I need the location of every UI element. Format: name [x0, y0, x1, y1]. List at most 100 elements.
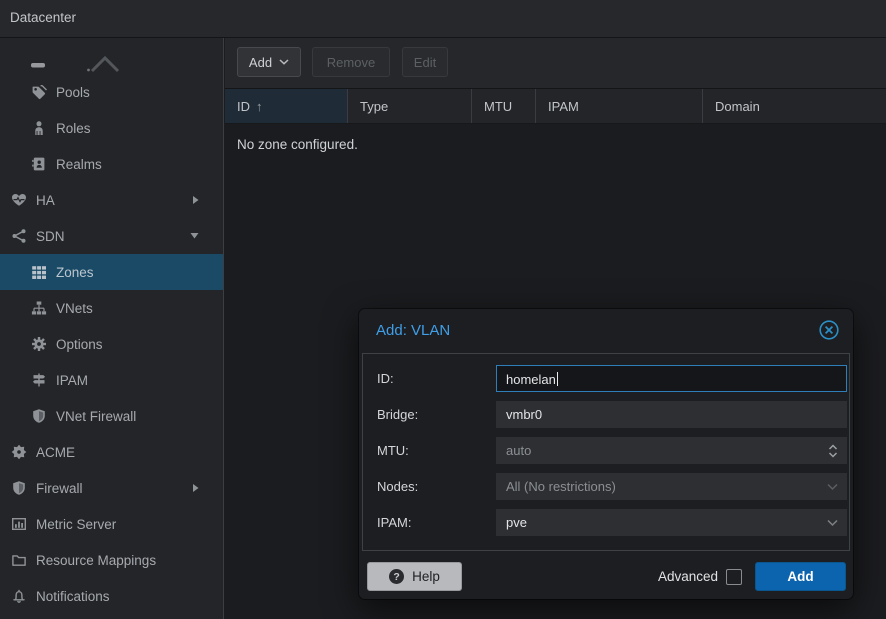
- sidebar-item-label: VNet Firewall: [56, 409, 136, 424]
- sidebar-item-label: Roles: [56, 121, 91, 136]
- sidebar-item-label: Metric Server: [36, 517, 116, 532]
- sidebar-item-realms[interactable]: Realms: [0, 146, 223, 182]
- sidebar-item-vnets[interactable]: VNets: [0, 290, 223, 326]
- column-header-id[interactable]: ID ↑: [225, 89, 348, 123]
- sidebar-item-pools[interactable]: Pools: [0, 74, 223, 110]
- proxmox-app: Datacenter Pools Roles: [0, 0, 886, 619]
- sidebar-item-label: VNets: [56, 301, 93, 316]
- column-header-domain[interactable]: Domain: [703, 89, 886, 123]
- sidebar-item-acme[interactable]: ACME: [0, 434, 223, 470]
- dialog-add-button[interactable]: Add: [755, 562, 846, 591]
- sidebar-item-notifications[interactable]: Notifications: [0, 578, 223, 614]
- chevron-down-icon: [279, 59, 289, 65]
- sidebar-items: Pools Roles Realms HA: [0, 74, 223, 614]
- folder-icon: [10, 552, 27, 569]
- sidebar-item-zones[interactable]: Zones: [0, 254, 223, 290]
- sidebar-item-label: Pools: [56, 85, 90, 100]
- caret-right-icon: [193, 196, 199, 205]
- sidebar-item-sdn[interactable]: SDN: [0, 218, 223, 254]
- map-signs-icon: [30, 372, 47, 389]
- dialog-title: Add: VLAN: [376, 322, 450, 339]
- sidebar-item-label: SDN: [36, 229, 65, 244]
- text-cursor: [557, 372, 559, 386]
- help-button-label: Help: [412, 569, 440, 584]
- column-header-ipam[interactable]: IPAM: [536, 89, 703, 123]
- top-bar: Datacenter: [0, 0, 886, 38]
- bridge-input[interactable]: vmbr0: [496, 401, 847, 428]
- mtu-value: auto: [506, 443, 531, 458]
- footer-actions: Advanced Add: [658, 562, 846, 591]
- nodes-value: All (No restrictions): [506, 479, 616, 494]
- sitemap-icon: [30, 300, 47, 317]
- sidebar-item-label: Firewall: [36, 481, 83, 496]
- gear-icon: [30, 336, 47, 353]
- bridge-input-value: vmbr0: [506, 407, 542, 422]
- chevron-down-icon[interactable]: [827, 483, 838, 490]
- edit-button[interactable]: Edit: [402, 47, 448, 77]
- dialog-body: ID: homelan Bridge: vmbr0 MTU: auto Node…: [362, 353, 850, 551]
- add-button[interactable]: Add: [237, 47, 301, 77]
- heartbeat-icon: [10, 192, 27, 209]
- nodes-field-label: Nodes:: [377, 473, 487, 500]
- mtu-field-label: MTU:: [377, 437, 487, 464]
- sidebar-item-ha[interactable]: HA: [0, 182, 223, 218]
- tag-icon: [30, 84, 47, 101]
- spinner-up-down-icon[interactable]: [828, 443, 838, 459]
- advanced-checkbox[interactable]: [726, 569, 742, 585]
- close-icon[interactable]: [818, 319, 840, 341]
- edit-button-label: Edit: [414, 55, 436, 70]
- sidebar-item-resource-mappings[interactable]: Resource Mappings: [0, 542, 223, 578]
- sidebar-tree: Pools Roles Realms HA: [0, 38, 224, 619]
- question-mark-icon: ?: [389, 569, 404, 584]
- sidebar-item-label: Resource Mappings: [36, 553, 156, 568]
- id-input[interactable]: homelan: [496, 365, 847, 392]
- grid-icon: [30, 264, 47, 281]
- shield-icon: [30, 408, 47, 425]
- sidebar-item-ipam[interactable]: IPAM: [0, 362, 223, 398]
- shield-icon: [10, 480, 27, 497]
- nodes-select[interactable]: All (No restrictions): [496, 473, 847, 500]
- column-label: Type: [360, 99, 388, 114]
- sidebar-item-roles[interactable]: Roles: [0, 110, 223, 146]
- ipam-value: pve: [506, 515, 527, 530]
- sidebar-item-label: Realms: [56, 157, 102, 172]
- column-label: IPAM: [548, 99, 579, 114]
- sidebar-item-vnet-firewall[interactable]: VNet Firewall: [0, 398, 223, 434]
- column-header-type[interactable]: Type: [348, 89, 472, 123]
- sidebar-item-label: Zones: [56, 265, 94, 280]
- sidebar-item-firewall[interactable]: Firewall: [0, 470, 223, 506]
- sidebar-item-label: HA: [36, 193, 55, 208]
- caret-down-icon: [190, 233, 199, 239]
- sidebar-item-label: ACME: [36, 445, 75, 460]
- mtu-spinner[interactable]: auto: [496, 437, 847, 464]
- sidebar-item-label: IPAM: [56, 373, 88, 388]
- remove-button[interactable]: Remove: [312, 47, 390, 77]
- column-label: Domain: [715, 99, 760, 114]
- share-nodes-icon: [10, 228, 27, 245]
- sidebar-item-label: Notifications: [36, 589, 110, 604]
- remove-button-label: Remove: [327, 55, 375, 70]
- ipam-field-label: IPAM:: [377, 509, 487, 536]
- scrolled-partial-item[interactable]: [0, 46, 150, 76]
- page-title: Datacenter: [10, 10, 76, 25]
- sidebar-item-options[interactable]: Options: [0, 326, 223, 362]
- caret-right-icon: [193, 484, 199, 493]
- sidebar-item-metric-server[interactable]: Metric Server: [0, 506, 223, 542]
- column-label: MTU: [484, 99, 512, 114]
- chevron-down-icon[interactable]: [827, 519, 838, 526]
- dialog-footer: ? Help Advanced Add: [362, 551, 850, 599]
- advanced-label: Advanced: [658, 569, 718, 584]
- add-vlan-dialog: Add: VLAN ID: homelan Bridge: vmbr0 MTU:…: [359, 309, 853, 599]
- zones-toolbar: Add Remove Edit: [225, 38, 886, 88]
- add-button-label: Add: [249, 55, 272, 70]
- empty-table-message: No zone configured.: [237, 137, 358, 152]
- sort-ascending-icon: ↑: [256, 99, 263, 114]
- column-label: ID: [237, 99, 250, 114]
- bridge-field-label: Bridge:: [377, 401, 487, 428]
- ipam-select[interactable]: pve: [496, 509, 847, 536]
- certificate-icon: [10, 444, 27, 461]
- user-icon: [30, 120, 47, 137]
- help-button[interactable]: ? Help: [367, 562, 462, 591]
- column-header-mtu[interactable]: MTU: [472, 89, 536, 123]
- id-field-label: ID:: [377, 365, 487, 392]
